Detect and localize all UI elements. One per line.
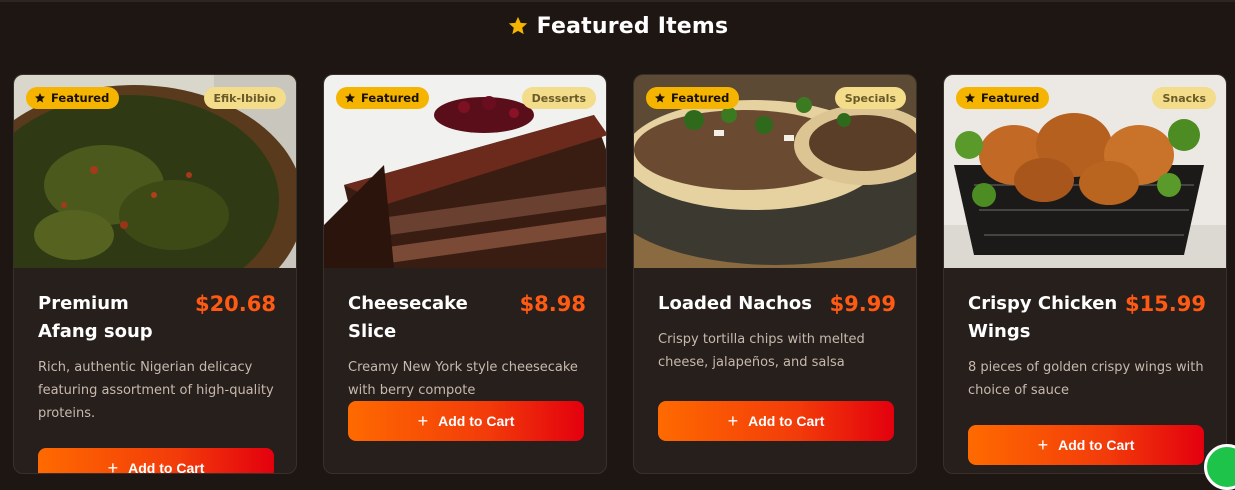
add-to-cart-button[interactable]: + Add to Cart — [348, 401, 584, 441]
item-name: Crispy Chicken Wings — [968, 293, 1118, 342]
add-to-cart-button[interactable]: + Add to Cart — [38, 448, 274, 474]
featured-badge: Featured — [26, 87, 120, 109]
category-badge: Snacks — [1152, 87, 1216, 109]
card-body: Loaded Nachos $9.99 Crispy tortilla chip… — [658, 290, 896, 374]
plus-icon: + — [417, 411, 429, 431]
star-icon — [507, 15, 529, 37]
featured-badge-label: Featured — [671, 91, 730, 105]
section-header: Featured Items — [0, 10, 1235, 42]
featured-badge: Featured — [646, 87, 740, 109]
card-body: Premium Afang soup $20.68 Rich, authenti… — [38, 290, 276, 425]
star-icon — [34, 92, 46, 104]
top-divider — [0, 0, 1235, 2]
food-image: Featured Efik-Ibibio — [14, 75, 296, 268]
star-icon — [344, 92, 356, 104]
menu-card[interactable]: Featured Efik-Ibibio Premium Afang soup … — [13, 74, 297, 474]
add-to-cart-label: Add to Cart — [1058, 437, 1135, 453]
item-description: Crispy tortilla chips with melted cheese… — [658, 332, 865, 370]
item-description: 8 pieces of golden crispy wings with cho… — [968, 360, 1204, 398]
star-icon — [654, 92, 666, 104]
item-name: Loaded Nachos — [658, 293, 813, 314]
featured-badge: Featured — [336, 87, 430, 109]
add-to-cart-label: Add to Cart — [748, 413, 825, 429]
item-name: Premium Afang soup — [38, 293, 153, 342]
item-price: $20.68 — [194, 292, 276, 316]
menu-card[interactable]: Featured Desserts Cheesecake Slice $8.98… — [323, 74, 607, 474]
card-body: Crispy Chicken Wings $15.99 8 pieces of … — [968, 290, 1206, 402]
featured-badge-label: Featured — [981, 91, 1040, 105]
add-to-cart-button[interactable]: + Add to Cart — [658, 401, 894, 441]
food-image: Featured Specials — [634, 75, 916, 268]
section-title: Featured Items — [536, 13, 729, 39]
category-badge: Specials — [834, 87, 906, 109]
category-badge: Desserts — [521, 87, 596, 109]
plus-icon: + — [727, 411, 739, 431]
item-name: Cheesecake Slice — [348, 293, 468, 342]
add-to-cart-button[interactable]: + Add to Cart — [968, 425, 1204, 465]
item-price: $9.99 — [829, 292, 896, 316]
category-badge: Efik-Ibibio — [203, 87, 286, 109]
star-icon — [964, 92, 976, 104]
card-body: Cheesecake Slice $8.98 Creamy New York s… — [348, 290, 586, 402]
featured-badge-label: Featured — [51, 91, 110, 105]
menu-card[interactable]: Featured Snacks Crispy Chicken Wings $15… — [943, 74, 1227, 474]
food-image: Featured Desserts — [324, 75, 606, 268]
plus-icon: + — [1037, 435, 1049, 455]
featured-items-grid: Featured Efik-Ibibio Premium Afang soup … — [13, 74, 1229, 474]
item-price: $15.99 — [1124, 292, 1206, 316]
featured-badge-label: Featured — [361, 91, 420, 105]
menu-card[interactable]: Featured Specials Loaded Nachos $9.99 Cr… — [633, 74, 917, 474]
item-description: Creamy New York style cheesecake with be… — [348, 360, 578, 398]
food-image: Featured Snacks — [944, 75, 1226, 268]
featured-badge: Featured — [956, 87, 1050, 109]
add-to-cart-label: Add to Cart — [128, 460, 205, 474]
add-to-cart-label: Add to Cart — [438, 413, 515, 429]
item-price: $8.98 — [519, 292, 586, 316]
item-description: Rich, authentic Nigerian delicacy featur… — [38, 360, 274, 421]
